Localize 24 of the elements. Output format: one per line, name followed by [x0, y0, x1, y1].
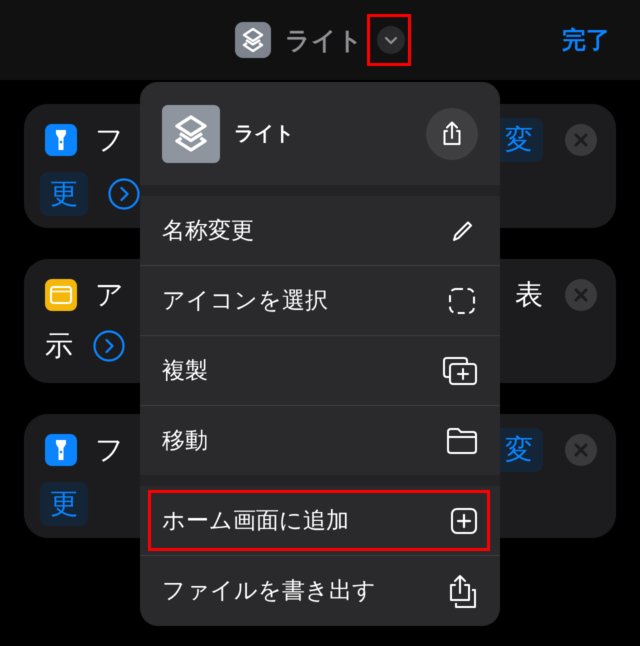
action-text: 示 [44, 329, 73, 363]
stacked-layers-icon [162, 104, 220, 162]
chevron-right-icon[interactable] [108, 178, 140, 210]
action-text: 表 [515, 278, 543, 312]
shortcut-title: ライト [285, 26, 363, 56]
duplicate-icon [442, 354, 478, 386]
share-icon[interactable] [426, 108, 478, 160]
add-icon [450, 506, 478, 534]
parameter-token[interactable]: 更 [40, 172, 88, 216]
menu-item[interactable]: アイコンを選択 [140, 265, 500, 335]
menu-title: ライト [234, 122, 294, 147]
action-title: フ [95, 123, 124, 157]
menu-item[interactable]: ホーム画面に追加 [140, 486, 500, 555]
chevron-down-icon[interactable] [377, 26, 405, 54]
menu-item[interactable]: ファイルを書き出す [140, 555, 500, 625]
menu-item[interactable]: 複製 [140, 335, 500, 405]
folder-icon [446, 426, 478, 454]
parameter-token[interactable]: 更 [40, 482, 88, 526]
done-button[interactable]: 完了 [562, 24, 610, 56]
chevron-right-icon[interactable] [93, 330, 125, 362]
menu-item[interactable]: 名称変更 [140, 196, 500, 265]
action-title: ア [95, 278, 124, 312]
action-title: フ [95, 433, 124, 467]
stacked-layers-icon [235, 22, 271, 58]
